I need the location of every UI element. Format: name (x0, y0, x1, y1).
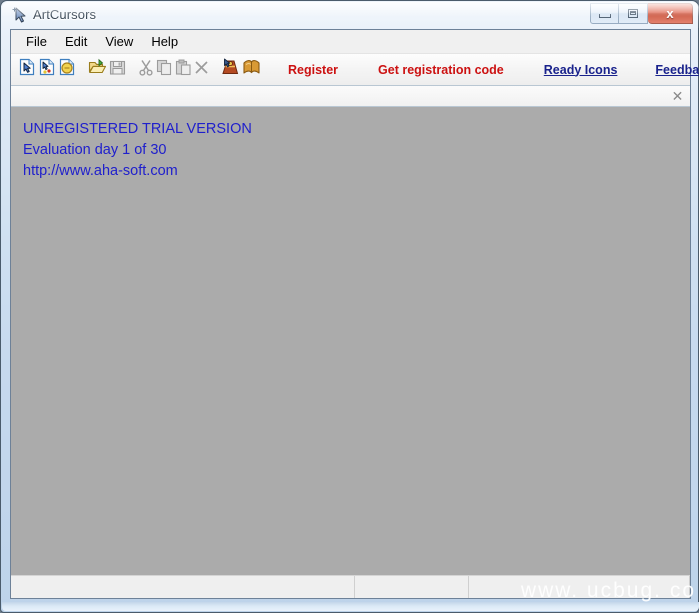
copy-button[interactable] (156, 59, 173, 81)
cursor-library-button[interactable] (221, 58, 240, 81)
cut-icon (138, 59, 154, 81)
feedback-link[interactable]: Feedback (655, 63, 699, 77)
menu-bar: File Edit View Help (11, 30, 690, 54)
trial-notice: UNREGISTERED TRIAL VERSION Evaluation da… (23, 119, 252, 182)
minimize-button[interactable] (590, 3, 619, 24)
trial-line-unregistered: UNREGISTERED TRIAL VERSION (23, 121, 252, 137)
trial-line-website[interactable]: http://www.aha-soft.com (23, 161, 252, 182)
paste-button[interactable] (175, 59, 192, 81)
new-cursor-library-button[interactable] (58, 58, 76, 81)
status-bar: www. ucbug. co (11, 575, 694, 602)
cursor-arrow-icon (11, 6, 29, 24)
cursor-library-icon (221, 58, 240, 81)
menu-help[interactable]: Help (142, 31, 187, 52)
status-pane-message (11, 576, 355, 598)
open-button[interactable] (88, 58, 107, 81)
new-animated-cursor-button[interactable] (38, 58, 56, 81)
delete-x-icon (194, 60, 209, 80)
get-registration-code-link[interactable]: Get registration code (378, 63, 504, 77)
status-pane-info (469, 576, 690, 598)
copy-icon (156, 59, 173, 81)
menu-file[interactable]: File (17, 31, 56, 52)
window-title: ArtCursors (33, 7, 97, 22)
new-animated-cursor-icon (38, 58, 56, 81)
minimize-icon (598, 14, 611, 18)
status-pane-size (355, 576, 469, 598)
caption-button-group: x (590, 3, 693, 24)
application-window: ArtCursors x File Edit View Help Registe… (0, 0, 699, 613)
new-cursor-icon (18, 58, 36, 81)
workspace-canvas[interactable]: UNREGISTERED TRIAL VERSION Evaluation da… (11, 107, 690, 575)
book-icon (242, 59, 261, 81)
menu-edit[interactable]: Edit (56, 31, 96, 52)
save-button[interactable] (109, 59, 126, 81)
register-link[interactable]: Register (288, 63, 338, 77)
ready-icons-link[interactable]: Ready Icons (544, 63, 618, 77)
close-button[interactable]: x (648, 3, 693, 24)
notification-close-icon[interactable]: ✕ (669, 87, 686, 104)
book-button[interactable] (242, 59, 261, 81)
menu-view[interactable]: View (96, 31, 142, 52)
open-folder-icon (88, 58, 107, 81)
window-bottom-rim (2, 602, 699, 611)
cut-button[interactable] (138, 59, 154, 81)
maximize-button[interactable] (619, 3, 648, 24)
trial-line-evaluation-day: Evaluation day 1 of 30 (23, 142, 167, 158)
notification-bar: ✕ (11, 86, 690, 107)
paste-icon (175, 59, 192, 81)
client-area: File Edit View Help Register Get registr… (10, 29, 699, 602)
save-icon (109, 59, 126, 81)
delete-button[interactable] (194, 59, 209, 81)
new-cursor-library-icon (58, 58, 76, 81)
title-bar: ArtCursors x (2, 1, 699, 29)
main-toolbar: Register Get registration code Ready Ico… (11, 54, 699, 86)
close-icon: x (666, 6, 674, 21)
new-cursor-button[interactable] (18, 58, 36, 81)
maximize-icon (628, 9, 638, 18)
